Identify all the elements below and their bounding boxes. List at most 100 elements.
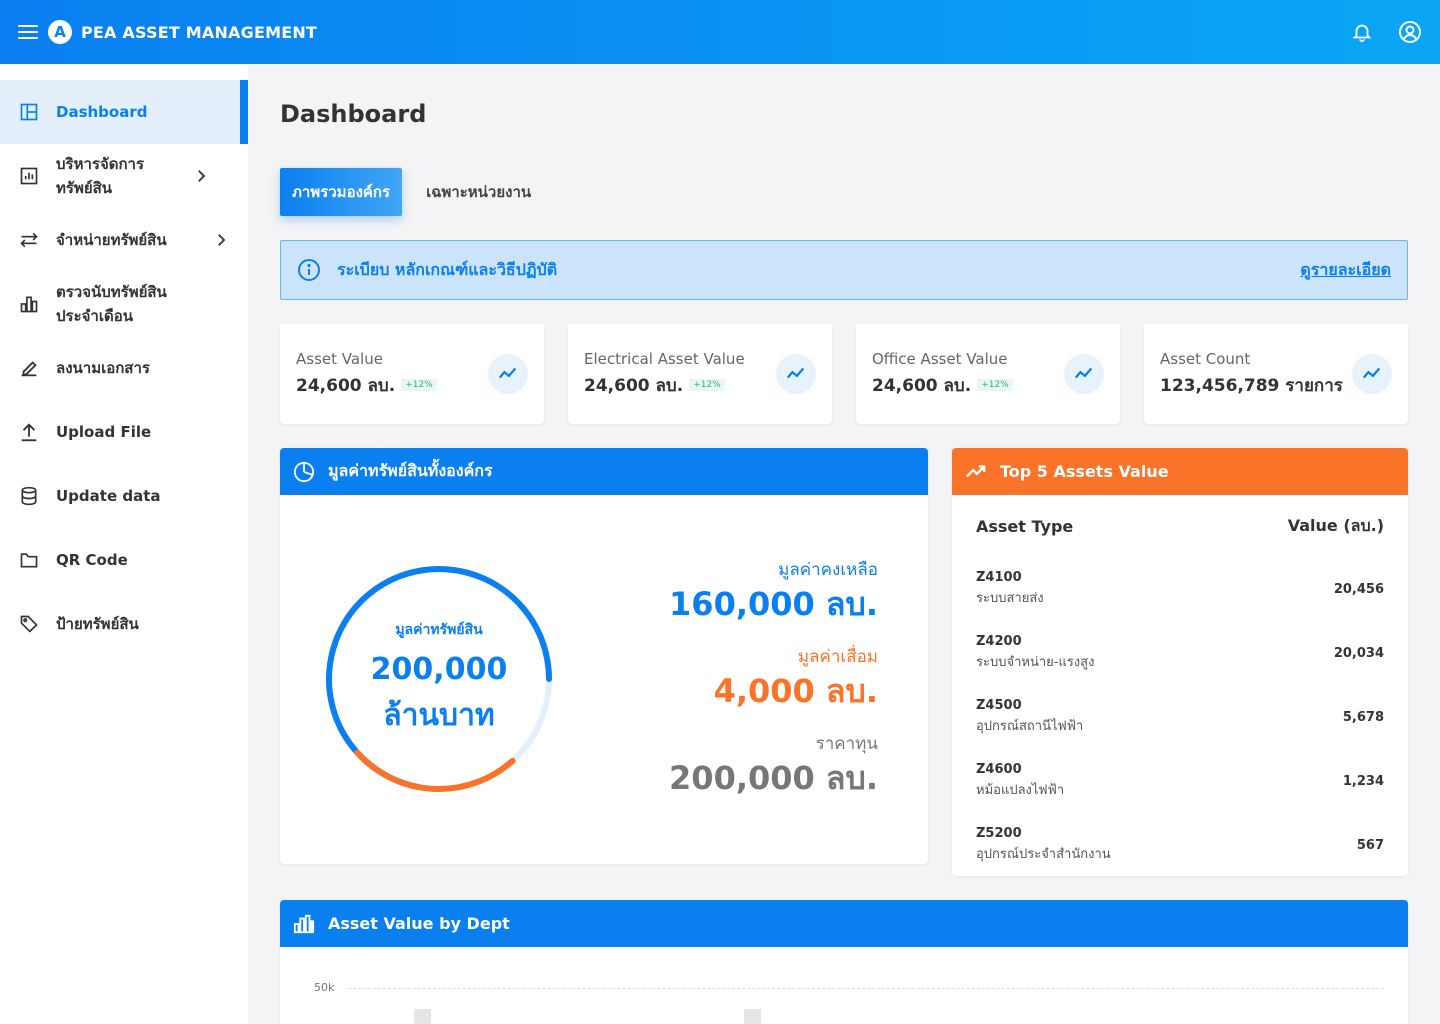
table-row[interactable]: Z4100 ระบบสายส่ง 20,456 — [976, 557, 1384, 621]
sidebar-item-sign-document[interactable]: ลงนามเอกสาร — [0, 336, 248, 400]
stat-card-electrical-asset-value: Electrical Asset Value 24,600 ลบ. +12% — [568, 324, 832, 424]
stat-value: 24,600 ลบ. — [584, 375, 684, 396]
trend-line-icon — [776, 354, 816, 394]
upload-icon — [18, 421, 40, 443]
sidebar-item-asset-tag[interactable]: ป้ายทรัพย์สิน — [0, 592, 248, 656]
chevron-right-icon — [218, 234, 226, 246]
chart-bar[interactable] — [744, 1009, 761, 1024]
trending-up-icon — [964, 460, 988, 484]
asset-value: 5,678 — [1342, 709, 1384, 725]
user-circle-icon[interactable] — [1398, 20, 1422, 44]
panels-row: มูลค่าทรัพย์สินทั้งองค์กร มูลค่าทรัพย์สิ… — [280, 448, 1408, 876]
panel-title: Asset Value by Dept — [328, 914, 510, 933]
trend-badge: +12% — [689, 379, 725, 391]
stat-label: Office Asset Value — [872, 349, 1008, 368]
trend-line-icon — [1064, 354, 1104, 394]
stat-card-office-asset-value: Office Asset Value 24,600 ลบ. +12% — [856, 324, 1120, 424]
app-title: PEA ASSET MANAGEMENT — [81, 22, 318, 42]
table-row[interactable]: Z4500 อุปกรณ์สถานีไฟฟ้า 5,678 — [976, 685, 1384, 749]
remaining-value-label: มูลค่าคงเหลือ — [778, 560, 878, 580]
panel-title: Top 5 Assets Value — [1000, 462, 1169, 481]
swap-icon — [18, 229, 40, 251]
asset-value: 20,456 — [1333, 581, 1384, 597]
donut-center-unit: ล้านบาท — [383, 698, 495, 733]
trend-line-icon — [1352, 354, 1392, 394]
panel-header: มูลค่าทรัพย์สินทั้งองค์กร — [280, 448, 928, 495]
sidebar-item-label: Update data — [56, 487, 161, 505]
table-row[interactable]: Z4600 หม้อแปลงไฟฟ้า 1,234 — [976, 749, 1384, 813]
dept-value-panel: Asset Value by Dept 50k — [280, 900, 1408, 1024]
stat-value-row: 24,600 ลบ. +12% — [296, 372, 437, 399]
panel-header: Asset Value by Dept — [280, 900, 1408, 947]
asset-code: Z4100 — [976, 570, 1022, 585]
tab-bar: ภาพรวมองค์กร เฉพาะหน่วยงาน — [280, 168, 1408, 216]
chart-bar[interactable] — [414, 1009, 431, 1024]
table-row[interactable]: Z4200 ระบบจำหน่าย-แรงสูง 20,034 — [976, 621, 1384, 685]
asset-code: Z5200 — [976, 826, 1022, 841]
top-assets-panel: Top 5 Assets Value Asset Type Value (ลบ.… — [952, 448, 1408, 876]
panel-title: มูลค่าทรัพย์สินทั้งองค์กร — [328, 461, 493, 480]
sidebar-item-label: บริหารจัดการทรัพย์สิน — [56, 155, 145, 197]
sidebar-item-monthly-count[interactable]: ตรวจนับทรัพย์สินประจำเดือน — [0, 272, 248, 336]
stat-label: Asset Value — [296, 349, 383, 368]
asset-description: อุปกรณ์ประจำสำนักงาน — [976, 847, 1111, 862]
stat-value-row: 24,600 ลบ. +12% — [584, 372, 745, 399]
page-title: Dashboard — [280, 100, 427, 128]
top-app-bar: A PEA ASSET MANAGEMENT — [0, 0, 1440, 64]
sidebar-item-label: Dashboard — [56, 103, 148, 121]
column-header-value: Value (ลบ.) — [1287, 515, 1384, 535]
sidebar: Dashboard บริหารจัดการทรัพย์สิน จำหน่ายท… — [0, 64, 248, 1024]
trend-badge: +12% — [401, 379, 437, 391]
sidebar-item-upload-file[interactable]: Upload File — [0, 400, 248, 464]
stat-cards: Asset Value 24,600 ลบ. +12% Electrical As… — [280, 324, 1408, 424]
tag-icon — [18, 613, 40, 635]
panel-header: Top 5 Assets Value — [952, 448, 1408, 495]
sidebar-item-qr-code[interactable]: QR Code — [0, 528, 248, 592]
asset-code: Z4200 — [976, 634, 1022, 649]
info-banner: ระเบียบ หลักเกณฑ์และวิธีปฏิบัติ ดูรายละเ… — [280, 240, 1408, 300]
sidebar-item-label: QR Code — [56, 551, 128, 569]
organization-value-panel: มูลค่าทรัพย์สินทั้งองค์กร มูลค่าทรัพย์สิ… — [280, 448, 928, 864]
sidebar-item-label: Upload File — [56, 423, 152, 441]
chart-box-icon — [18, 165, 40, 187]
asset-description: อุปกรณ์สถานีไฟฟ้า — [976, 719, 1084, 734]
database-icon — [18, 485, 40, 507]
depreciation-label: มูลค่าเสื่อม — [797, 647, 878, 667]
remaining-value: 160,000 ลบ. — [669, 585, 878, 623]
table-row[interactable]: Z5200 อุปกรณ์ประจำสำนักงาน 567 — [976, 813, 1384, 876]
sidebar-item-asset-management[interactable]: บริหารจัดการทรัพย์สิน — [0, 144, 248, 208]
trend-line-icon — [488, 354, 528, 394]
trend-badge: +12% — [977, 379, 1013, 391]
dashboard-icon — [18, 101, 40, 123]
donut-center: มูลค่าทรัพย์สิน 200,000 ล้านบาท — [324, 564, 554, 794]
y-tick-label: 50k — [314, 981, 335, 994]
asset-value: 567 — [1356, 837, 1384, 853]
asset-description: ระบบสายส่ง — [976, 591, 1044, 606]
stat-card-asset-count: Asset Count 123,456,789 รายการ — [1144, 324, 1408, 424]
info-icon — [298, 259, 320, 281]
stat-value-row: 123,456,789 รายการ — [1160, 372, 1343, 399]
sidebar-item-label: ตรวจนับทรัพย์สินประจำเดือน — [56, 283, 167, 325]
stat-value-row: 24,600 ลบ. +12% — [872, 372, 1013, 399]
asset-value: 1,234 — [1342, 773, 1384, 789]
table-header: Asset Type Value (ลบ.) — [976, 495, 1384, 557]
sidebar-item-update-data[interactable]: Update data — [0, 464, 248, 528]
sidebar-item-label: ลงนามเอกสาร — [56, 359, 150, 377]
bar-chart-icon — [292, 912, 316, 936]
stat-value: 24,600 ลบ. — [296, 375, 396, 396]
menu-icon[interactable] — [18, 22, 38, 42]
stat-label: Asset Count — [1160, 349, 1251, 368]
pie-chart-icon — [292, 460, 316, 484]
stat-value: 24,600 ลบ. — [872, 375, 972, 396]
tab-organization-overview[interactable]: ภาพรวมองค์กร — [280, 168, 403, 216]
gridline — [348, 988, 1384, 989]
sidebar-item-dashboard[interactable]: Dashboard — [0, 80, 248, 144]
tab-department[interactable]: เฉพาะหน่วยงาน — [414, 168, 543, 216]
bell-icon[interactable] — [1350, 20, 1374, 44]
sidebar-item-asset-disposal[interactable]: จำหน่ายทรัพย์สิน — [0, 208, 248, 272]
banner-details-link[interactable]: ดูรายละเอียด — [1300, 258, 1391, 283]
donut-center-label: มูลค่าทรัพย์สิน — [395, 622, 483, 638]
sidebar-item-label: ป้ายทรัพย์สิน — [56, 615, 139, 633]
folder-icon — [18, 549, 40, 571]
asset-description: ระบบจำหน่าย-แรงสูง — [976, 655, 1095, 670]
